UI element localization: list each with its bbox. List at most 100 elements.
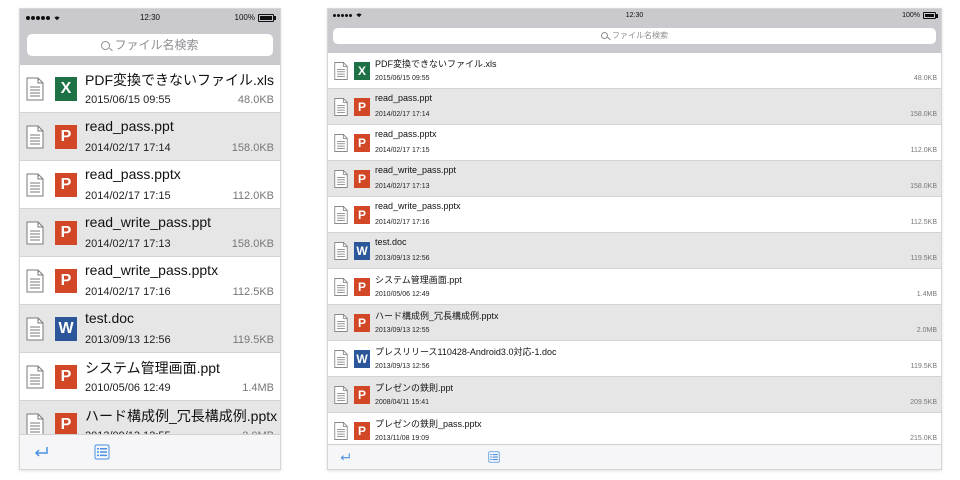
file-size: 119.5KB [910,363,937,370]
file-row[interactable]: P プレゼンの鉄則.ppt 2008/04/11 15:41 209.5KB [328,377,941,413]
file-date: 2014/02/17 17:16 [375,219,430,226]
file-name: read_pass.ppt [375,93,433,103]
powerpoint-icon: P [354,170,370,188]
battery-status: 100% [235,9,276,27]
file-name: read_pass.ppt [85,118,174,134]
file-date: 2015/06/15 09:55 [85,94,171,106]
file-row[interactable]: X PDF変換できないファイル.xls 2015/06/15 09:55 48.0KB [20,65,280,113]
search-placeholder: ファイル名検索 [612,31,668,40]
file-date: 2014/02/17 17:13 [85,238,171,250]
file-name: ハード構成例_冗長構成例.pptx [85,408,278,424]
return-arrow-icon[interactable] [33,445,49,459]
battery-icon [923,11,938,19]
file-row[interactable]: Pread_pass.pptx 2014/02/17 17:15 112.0KB [20,161,280,209]
list-icon[interactable] [488,451,500,463]
file-name: read_write_pass.pptx [375,201,461,211]
file-row[interactable]: X PDF変換できないファイル.xls 2015/06/15 09:55 48.0KB [328,53,941,89]
powerpoint-icon: P [55,125,77,149]
file-date: 2014/02/17 17:14 [375,111,430,118]
file-row[interactable]: Pread_pass.ppt 2014/02/17 17:14 158.0KB [328,89,941,125]
powerpoint-icon: P [354,386,370,404]
powerpoint-icon: P [354,422,370,440]
powerpoint-icon: P [354,314,370,332]
search-input[interactable]: ファイル名検索 [333,28,936,44]
powerpoint-icon: P [55,221,77,245]
file-size: 1.4MB [242,382,274,394]
document-icon [334,133,348,153]
document-icon [334,241,348,261]
file-row[interactable]: P システム管理画面.ppt 2010/05/06 12:49 1.4MB [328,269,941,305]
search-icon [101,41,111,51]
file-name: システム管理画面.ppt [85,360,220,376]
document-icon [26,173,44,197]
file-date: 2014/02/17 17:16 [85,286,171,298]
file-row[interactable]: Pread_write_pass.pptx 2014/02/17 17:16 112… [328,197,941,233]
file-size: 48.0KB [914,75,937,82]
status-bar: 12:30 100% [20,9,280,27]
file-size: 158.0KB [231,142,274,154]
file-list: X PDF変換できないファイル.xls 2015/06/15 09:55 48.0KB… [20,65,280,442]
powerpoint-icon: P [354,206,370,224]
file-size: 112.0KB [910,147,937,154]
file-size: 215.0KB [910,435,937,442]
file-size: 112.0KB [232,190,274,202]
file-row[interactable]: Wtest.doc 2013/09/13 12:56 119.5KB [328,233,941,269]
file-name: read_write_pass.ppt [85,214,212,230]
file-size: 158.0KB [231,238,274,250]
document-icon [26,125,44,149]
return-arrow-icon[interactable] [339,452,351,462]
document-icon [26,221,44,245]
file-row[interactable]: P システム管理画面.ppt 2010/05/06 12:49 1.4MB [20,353,280,401]
file-size: 1.4MB [916,291,937,298]
file-name: test.doc [85,310,135,326]
file-row[interactable]: Pread_write_pass.pptx 2014/02/17 17:16 112… [20,257,280,305]
file-row[interactable]: Pread_write_pass.ppt 2014/02/17 17:13 158.… [20,209,280,257]
file-name: read_write_pass.ppt [375,165,457,175]
document-icon [334,205,348,225]
file-row[interactable]: Pread_write_pass.ppt 2014/02/17 17:13 158.… [328,161,941,197]
file-row[interactable]: P ハード構成例_冗長構成例.pptx 2013/09/13 12:55 2.0MB [328,305,941,341]
document-icon [334,277,348,297]
file-date: 2014/02/17 17:15 [375,147,430,154]
phone-frame: 12:30 100% ファイル名検索 X PDF変換できないファイル.xls 201… [19,8,281,470]
file-date: 2013/11/08 19:09 [375,435,429,442]
file-date: 2013/09/13 12:56 [375,363,430,370]
battery-percent: 100% [902,12,920,19]
file-name: プレゼンの鉄則.ppt [375,383,454,393]
file-name: プレスリリース110428-Android3.0対応-1.doc [375,347,557,357]
search-bar: ファイル名検索 [20,27,280,65]
file-row[interactable]: Pread_pass.ppt 2014/02/17 17:14 158.0KB [20,113,280,161]
file-name: PDF変換できないファイル.xls [85,72,274,88]
powerpoint-icon: P [55,365,77,389]
document-icon [26,317,44,341]
list-icon[interactable] [94,444,110,460]
document-icon [334,313,348,333]
file-list: X PDF変換できないファイル.xls 2015/06/15 09:55 48.0KB… [328,53,941,445]
powerpoint-icon: P [354,278,370,296]
document-icon [334,97,348,117]
file-size: 119.5KB [232,334,274,346]
file-size: 209.5KB [910,399,937,406]
file-name: read_write_pass.pptx [85,262,219,278]
file-row[interactable]: W プレスリリース110428-Android3.0対応-1.doc 2013/09… [328,341,941,377]
file-name: read_pass.pptx [85,166,181,182]
file-row[interactable]: P プレゼンの鉄則_pass.pptx 2013/11/08 19:09 215.0K… [328,413,941,445]
file-date: 2010/05/06 12:49 [85,382,171,394]
document-icon [334,61,348,81]
document-icon [26,365,44,389]
file-size: 119.5KB [910,255,937,262]
bottom-toolbar [328,444,941,469]
status-time: 12:30 [625,12,644,19]
file-row[interactable]: Wtest.doc 2013/09/13 12:56 119.5KB [20,305,280,353]
powerpoint-icon: P [354,134,370,152]
file-date: 2014/02/17 17:14 [85,142,171,154]
powerpoint-icon: P [354,98,370,116]
search-input[interactable]: ファイル名検索 [27,34,273,56]
file-row[interactable]: Pread_pass.pptx 2014/02/17 17:15 112.0KB [328,125,941,161]
file-size: 112.5KB [910,219,937,226]
file-name: プレゼンの鉄則_pass.pptx [375,419,482,429]
document-icon [334,385,348,405]
file-name: test.doc [375,237,407,247]
file-name: PDF変換できないファイル.xls [375,59,497,69]
file-date: 2015/06/15 09:55 [375,75,430,82]
